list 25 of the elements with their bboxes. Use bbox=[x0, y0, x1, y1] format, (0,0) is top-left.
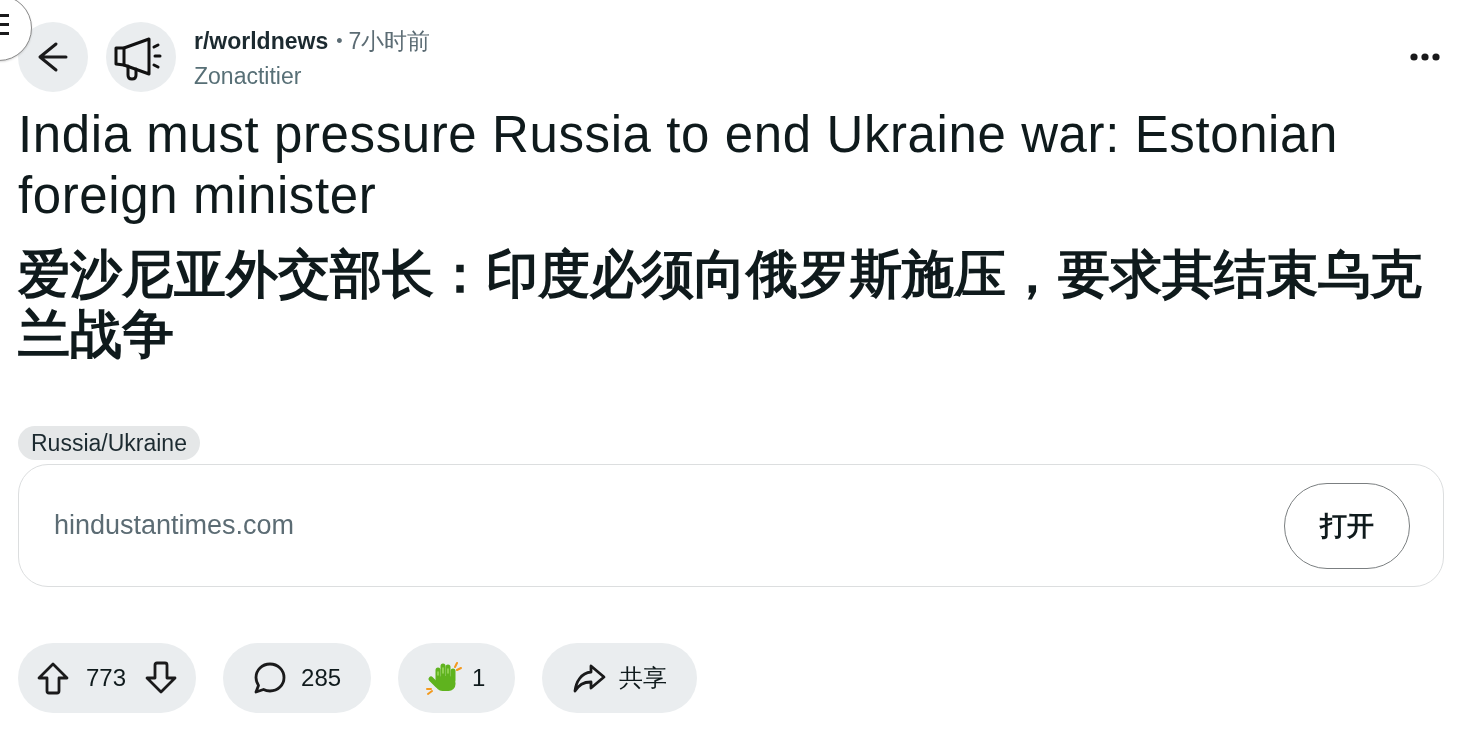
translated-title: 爱沙尼亚外交部长：印度必须向俄罗斯施压，要求其结束乌克兰战争 bbox=[18, 244, 1423, 364]
link-preview-card[interactable]: hindustantimes.com 打开 bbox=[18, 464, 1444, 587]
arrow-left-icon bbox=[36, 41, 70, 73]
more-icon bbox=[1410, 53, 1440, 61]
menu-icon bbox=[0, 14, 9, 35]
downvote-button[interactable] bbox=[144, 661, 179, 695]
flair-tag[interactable]: Russia/Ukraine bbox=[18, 426, 200, 460]
bullet-separator: • bbox=[336, 30, 343, 52]
hand-icon bbox=[426, 660, 463, 696]
vote-score: 773 bbox=[86, 664, 127, 692]
post-time: 7小时前 bbox=[348, 26, 431, 56]
link-domain: hindustantimes.com bbox=[54, 510, 295, 541]
upvote-button[interactable] bbox=[36, 661, 70, 695]
author-name[interactable]: Zonactitier bbox=[194, 61, 302, 91]
speech-bubble-icon bbox=[253, 661, 288, 695]
comments-button[interactable]: 285 bbox=[223, 643, 372, 713]
more-options-button[interactable] bbox=[1410, 53, 1440, 61]
share-button[interactable]: 共享 bbox=[542, 643, 698, 713]
arrow-up-icon bbox=[36, 661, 70, 695]
award-button[interactable]: 1 bbox=[398, 643, 516, 713]
megaphone-icon bbox=[106, 22, 176, 92]
subreddit-link[interactable]: r/worldnews bbox=[194, 27, 329, 55]
arrow-down-icon bbox=[144, 661, 179, 695]
open-link-button[interactable]: 打开 bbox=[1284, 482, 1410, 569]
post-title: India must pressure Russia to end Ukraine war: Estonian foreign minister bbox=[18, 105, 1339, 226]
